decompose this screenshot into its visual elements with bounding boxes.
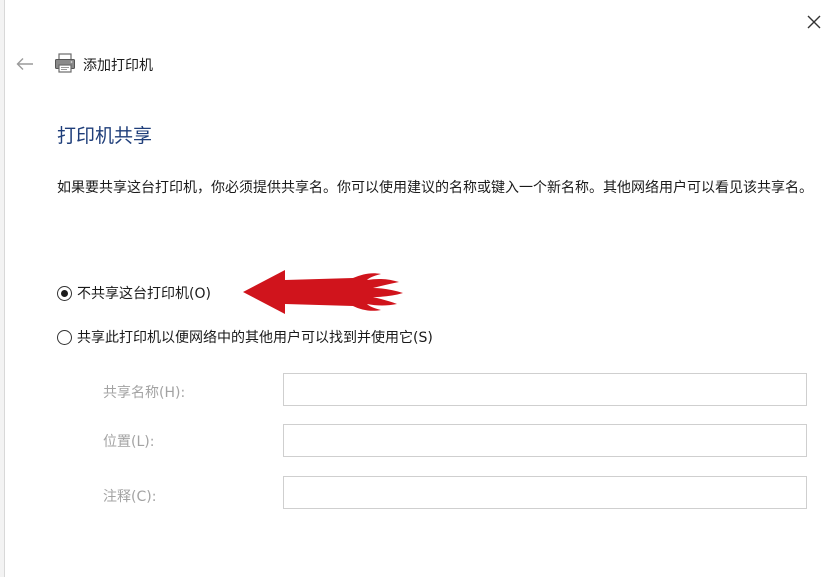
printer-icon [55, 53, 75, 73]
location-label: 位置(L): [103, 434, 155, 450]
page-title: 打印机共享 [57, 125, 153, 147]
location-input[interactable] [283, 424, 807, 457]
option-no-share-label: 不共享这台打印机(O) [77, 286, 211, 302]
window-title: 添加打印机 [83, 58, 153, 74]
option-share[interactable]: 共享此打印机以便网络中的其他用户可以找到并使用它(S) [57, 327, 433, 347]
close-button[interactable] [800, 8, 826, 36]
back-button[interactable] [13, 52, 37, 76]
description-text: 如果要共享这台打印机，你必须提供共享名。你可以使用建议的名称或键入一个新名称。其… [57, 180, 813, 196]
share-name-input[interactable] [283, 373, 807, 406]
add-printer-dialog: 添加打印机 打印机共享 如果要共享这台打印机，你必须提供共享名。你可以使用建议的… [4, 0, 826, 577]
share-name-label: 共享名称(H): [103, 385, 186, 401]
comment-input[interactable] [283, 476, 807, 509]
red-arrow-annotation-icon [243, 270, 403, 314]
close-icon [807, 15, 821, 29]
back-arrow-icon [16, 58, 33, 70]
radio-button-checked[interactable] [57, 285, 72, 301]
option-share-label: 共享此打印机以便网络中的其他用户可以找到并使用它(S) [77, 330, 433, 346]
option-no-share[interactable]: 不共享这台打印机(O) [57, 283, 211, 303]
comment-label: 注释(C): [103, 489, 157, 505]
radio-button-unchecked[interactable] [57, 329, 72, 345]
